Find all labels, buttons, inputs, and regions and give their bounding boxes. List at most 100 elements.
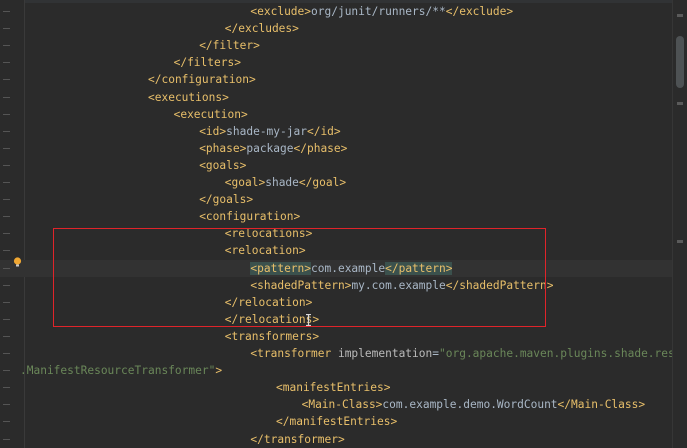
code-token: </id> bbox=[306, 124, 341, 138]
lightbulb-icon[interactable] bbox=[13, 257, 22, 267]
code-line[interactable]: </filters> bbox=[0, 54, 672, 71]
code-line[interactable]: <goal>shade</goal> bbox=[0, 174, 672, 191]
fold-marker[interactable] bbox=[3, 387, 10, 389]
code-line[interactable]: <configuration> bbox=[0, 208, 672, 225]
code-token: <configuration> bbox=[199, 210, 301, 224]
code-token: <exclude> bbox=[250, 5, 312, 18]
code-token: <manifestEntries> bbox=[276, 381, 391, 395]
code-text: </transformer> bbox=[250, 431, 344, 448]
fold-marker[interactable] bbox=[3, 284, 10, 286]
code-text: <executions> bbox=[148, 89, 229, 106]
code-token: = bbox=[432, 347, 439, 360]
code-token: .ManifestResourceTransformer" bbox=[20, 364, 216, 378]
code-token: org/junit/runners/** bbox=[311, 5, 446, 18]
fold-marker[interactable] bbox=[3, 335, 10, 337]
code-token: <goal> bbox=[224, 176, 266, 189]
code-text: <id>shade-my-jar</id> bbox=[199, 123, 340, 140]
code-token: "org.apache.maven.plugins.shade.resource bbox=[439, 347, 687, 360]
code-line[interactable]: </filter> bbox=[0, 37, 672, 54]
scrollbar-marker bbox=[677, 102, 683, 105]
code-line[interactable]: <Main-Class>com.example.demo.WordCount</… bbox=[0, 396, 672, 413]
fold-marker[interactable] bbox=[3, 113, 10, 115]
fold-marker[interactable] bbox=[3, 96, 10, 98]
fold-marker[interactable] bbox=[3, 11, 10, 12]
fold-marker[interactable] bbox=[3, 233, 10, 235]
fold-marker[interactable] bbox=[3, 28, 10, 30]
code-token: </configuration> bbox=[148, 73, 256, 87]
code-line[interactable]: <transformer implementation="org.apache.… bbox=[0, 345, 687, 362]
code-token: com.example.demo.WordCount bbox=[382, 398, 558, 412]
code-line[interactable]: <goals> bbox=[0, 157, 672, 174]
code-line[interactable]: <phase>package</phase> bbox=[0, 140, 672, 157]
scrollbar-thumb[interactable] bbox=[676, 36, 684, 88]
fold-marker[interactable] bbox=[3, 147, 10, 149]
code-token: </excludes> bbox=[224, 22, 299, 36]
fold-marker[interactable] bbox=[3, 267, 10, 269]
code-line[interactable]: <executions> bbox=[0, 89, 672, 106]
fold-marker[interactable] bbox=[3, 130, 10, 132]
code-token: </Main-Class> bbox=[557, 398, 646, 412]
fold-marker[interactable] bbox=[3, 79, 10, 81]
fold-marker[interactable] bbox=[3, 45, 10, 47]
code-token: </filter> bbox=[199, 39, 260, 53]
fold-marker[interactable] bbox=[3, 353, 10, 354]
code-token: <goals> bbox=[199, 158, 247, 172]
code-line[interactable]: <transformers> bbox=[0, 328, 672, 345]
code-text: <phase>package</phase> bbox=[199, 140, 347, 157]
code-line[interactable]: </goals> bbox=[0, 191, 672, 208]
code-text: </manifestEntries> bbox=[276, 413, 397, 430]
code-token: </exclude> bbox=[445, 5, 514, 18]
code-token: <Main-Class> bbox=[301, 398, 383, 412]
fold-marker[interactable] bbox=[3, 370, 10, 372]
code-line[interactable]: <execution> bbox=[0, 106, 672, 123]
code-token: shade bbox=[265, 176, 299, 189]
code-editor[interactable]: <exclude>org/junit/runners/**</exclude> <… bbox=[0, 0, 687, 448]
code-token: implementation bbox=[337, 347, 433, 360]
code-token: <transformer bbox=[250, 347, 338, 360]
fold-marker[interactable] bbox=[3, 216, 10, 218]
fold-marker[interactable] bbox=[3, 404, 10, 406]
fold-marker[interactable] bbox=[3, 438, 10, 440]
code-token: </filters> bbox=[173, 56, 241, 70]
fold-marker[interactable] bbox=[3, 421, 10, 423]
code-line[interactable]: </configuration> bbox=[0, 71, 672, 88]
code-line[interactable]: <exclude>org/junit/runners/**</exclude> bbox=[0, 3, 672, 20]
code-text: <manifestEntries> bbox=[276, 379, 391, 396]
code-text: </goals> bbox=[199, 191, 253, 208]
scrollbar-marker bbox=[677, 14, 683, 17]
fold-marker[interactable] bbox=[3, 164, 10, 166]
code-token: <id> bbox=[199, 124, 227, 138]
code-text: <transformer implementation="org.apache.… bbox=[250, 345, 687, 362]
code-text: <configuration> bbox=[199, 208, 300, 225]
code-text: <Main-Class>com.example.demo.WordCount</… bbox=[302, 396, 646, 413]
code-text: </configuration> bbox=[148, 71, 256, 88]
code-token: shade-my-jar bbox=[226, 124, 307, 138]
code-text: <transformers> bbox=[225, 328, 319, 345]
code-text: <goal>shade</goal> bbox=[225, 174, 346, 191]
fold-marker[interactable] bbox=[3, 182, 10, 183]
code-line[interactable]: .ManifestResourceTransformer"> bbox=[0, 362, 672, 379]
code-token: </phase> bbox=[293, 141, 348, 155]
code-line[interactable]: </manifestEntries> bbox=[0, 413, 672, 430]
fold-marker[interactable] bbox=[3, 301, 10, 303]
fold-marker[interactable] bbox=[3, 250, 10, 252]
code-token: <execution> bbox=[173, 107, 248, 121]
code-token: <transformers> bbox=[224, 329, 320, 343]
code-text: <execution> bbox=[174, 106, 248, 123]
code-text: <goals> bbox=[199, 157, 246, 174]
code-token: </transformer> bbox=[250, 432, 345, 446]
code-line[interactable]: </transformer> bbox=[0, 431, 672, 448]
code-line[interactable]: <id>shade-my-jar</id> bbox=[0, 123, 672, 140]
code-token: </goals> bbox=[199, 193, 254, 207]
code-token: <phase> bbox=[199, 141, 247, 155]
code-token: <executions> bbox=[148, 90, 229, 104]
fold-marker[interactable] bbox=[3, 199, 10, 201]
fold-marker[interactable] bbox=[3, 62, 10, 64]
code-line[interactable]: <manifestEntries> bbox=[0, 379, 672, 396]
code-text: </excludes> bbox=[225, 20, 299, 37]
code-line[interactable]: </excludes> bbox=[0, 20, 672, 37]
highlight-annotation-box bbox=[53, 228, 546, 327]
code-token: </goal> bbox=[298, 176, 347, 189]
code-token: package bbox=[246, 141, 294, 155]
fold-marker[interactable] bbox=[3, 318, 10, 320]
